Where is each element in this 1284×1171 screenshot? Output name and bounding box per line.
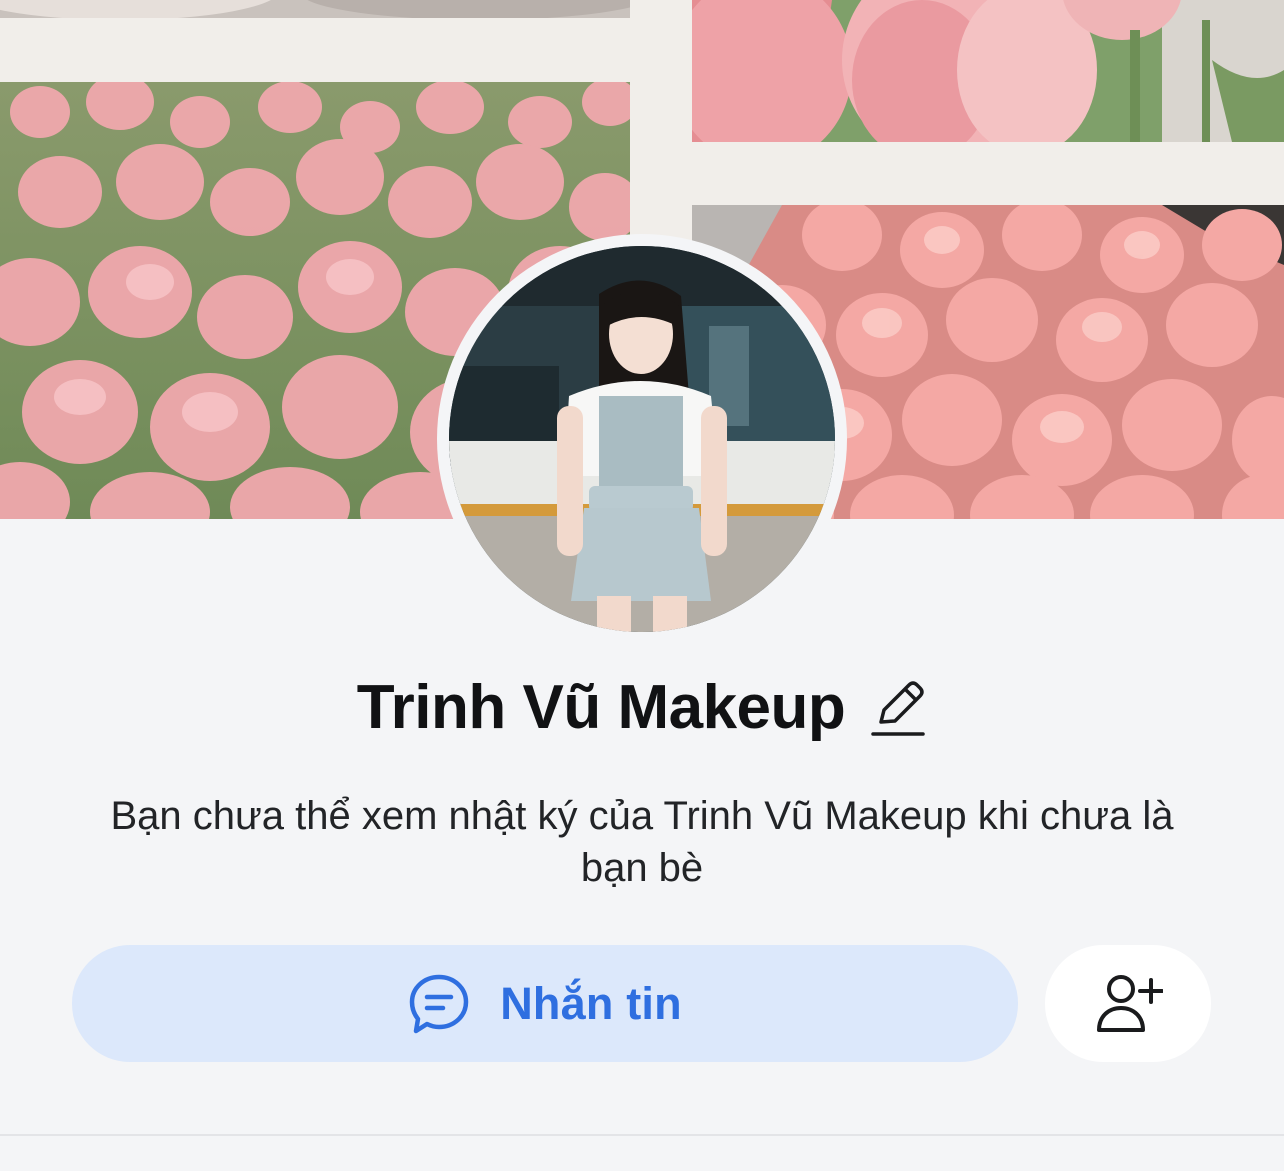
chat-bubble-icon — [408, 973, 470, 1035]
pencil-icon[interactable] — [871, 678, 927, 738]
section-divider — [0, 1134, 1284, 1136]
avatar[interactable] — [437, 234, 847, 644]
profile-name-row: Trinh Vũ Makeup — [0, 668, 1284, 748]
profile-name: Trinh Vũ Makeup — [356, 673, 846, 742]
add-person-icon — [1093, 972, 1163, 1036]
add-friend-button[interactable] — [1045, 945, 1211, 1062]
cover-tile-top-left — [0, 0, 630, 18]
private-diary-notice: Bạn chưa thể xem nhật ký của Trinh Vũ Ma… — [110, 794, 1174, 890]
avatar-photo — [449, 246, 835, 632]
cover-tile-top-right — [692, 0, 1284, 142]
message-button[interactable]: Nhắn tin — [72, 945, 1018, 1062]
message-button-label: Nhắn tin — [500, 977, 682, 1029]
